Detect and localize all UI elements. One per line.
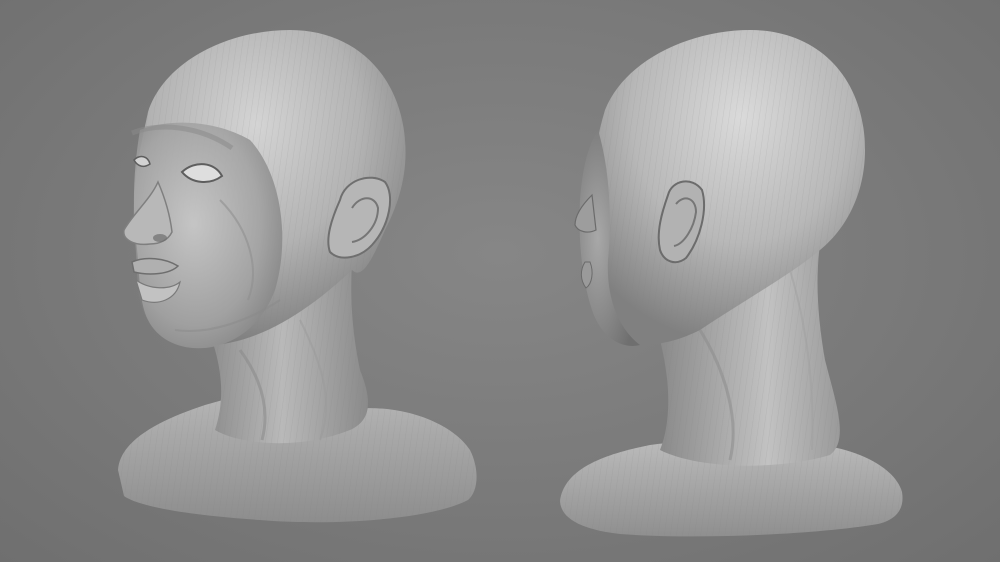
bust-right [560,30,903,537]
sculpt-render [118,30,903,537]
bust-left [118,30,477,523]
viewport [0,0,1000,562]
